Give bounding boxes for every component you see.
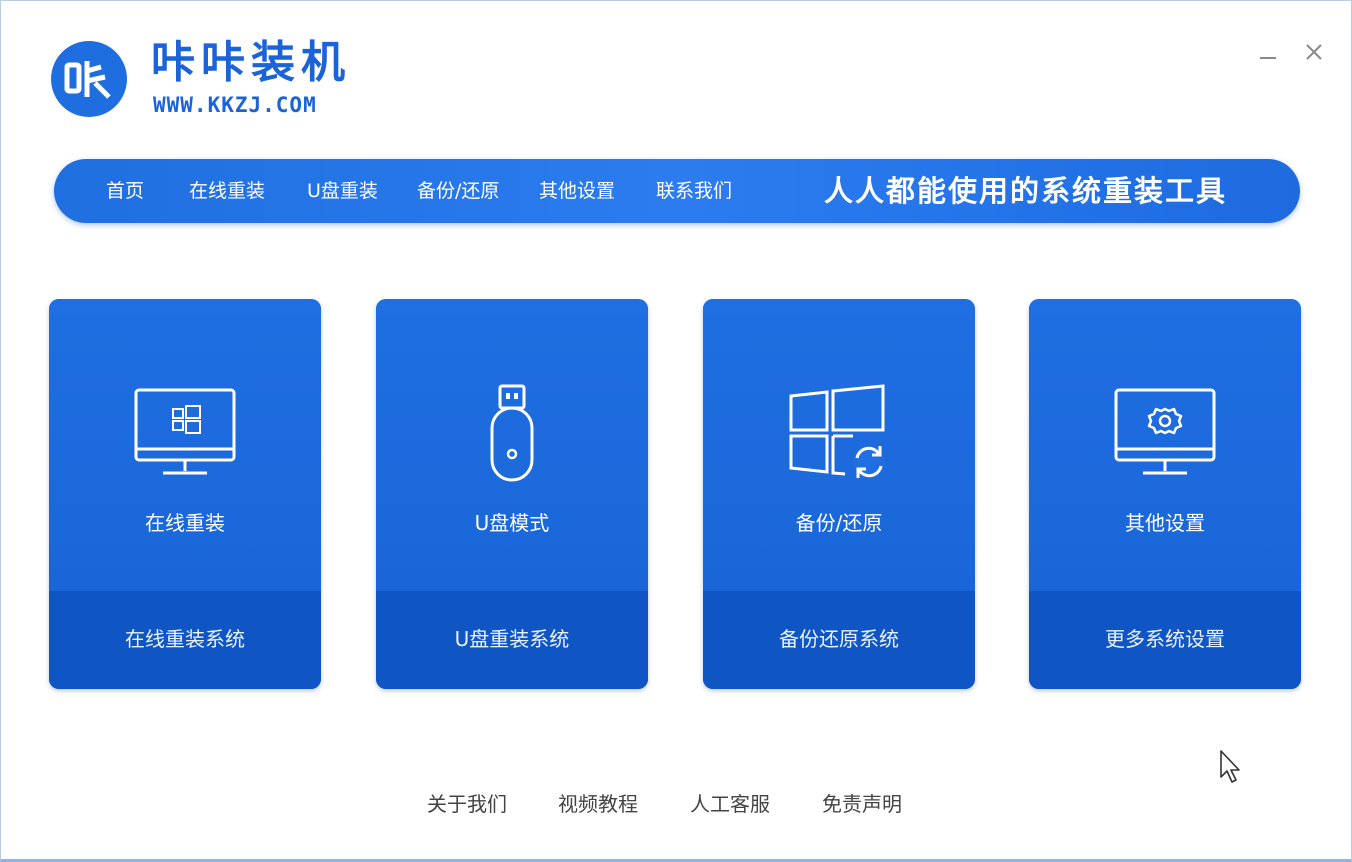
monitor-windows-icon — [49, 379, 321, 489]
card-action-label: 在线重装系统 — [125, 627, 245, 651]
card-top: 其他设置 — [1029, 299, 1301, 591]
card-usb-mode[interactable]: U盘模式 U盘重装系统 — [376, 299, 648, 689]
card-label: 其他设置 — [1125, 511, 1205, 535]
nav-item-usb-reinstall[interactable]: U盘重装 — [307, 177, 378, 205]
card-action-button[interactable]: 备份还原系统 — [703, 591, 975, 689]
card-top: U盘模式 — [376, 299, 648, 591]
card-action-label: U盘重装系统 — [454, 627, 570, 651]
app-title: 咔咔装机 — [151, 37, 351, 88]
card-action-label: 备份还原系统 — [779, 627, 899, 651]
card-label: 在线重装 — [145, 511, 225, 535]
nav-item-other-settings[interactable]: 其他设置 — [539, 177, 615, 205]
nav-slogan: 人人都能使用的系统重装工具 — [824, 174, 1228, 208]
logo-icon — [51, 41, 127, 117]
card-label: 备份/还原 — [795, 511, 883, 535]
usb-drive-icon — [376, 379, 648, 489]
footer-link-video-tutorial[interactable]: 视频教程 — [558, 790, 638, 818]
card-label: U盘模式 — [474, 511, 550, 535]
card-action-button[interactable]: U盘重装系统 — [376, 591, 648, 689]
card-top: 在线重装 — [49, 299, 321, 591]
card-top: 备份/还原 — [703, 299, 975, 591]
nav-item-home[interactable]: 首页 — [106, 177, 144, 205]
nav-item-online-reinstall[interactable]: 在线重装 — [189, 177, 265, 205]
card-online-reinstall[interactable]: 在线重装 在线重装系统 — [49, 299, 321, 689]
minimize-button[interactable] — [1251, 35, 1285, 69]
app-window: 咔咔装机 WWW.KKZJ.COM 首页 在线重装 U盘重装 备份/还原 其他设… — [0, 0, 1352, 862]
mouse-cursor-icon — [1220, 750, 1240, 783]
minimize-icon — [1260, 57, 1276, 59]
close-icon — [1306, 44, 1322, 60]
windows-restore-icon — [703, 379, 975, 489]
footer-link-customer-service[interactable]: 人工客服 — [690, 790, 770, 818]
nav-item-contact[interactable]: 联系我们 — [656, 177, 732, 205]
card-action-button[interactable]: 在线重装系统 — [49, 591, 321, 689]
main-nav: 首页 在线重装 U盘重装 备份/还原 其他设置 联系我们 人人都能使用的系统重装… — [54, 159, 1300, 223]
card-action-button[interactable]: 更多系统设置 — [1029, 591, 1301, 689]
footer-link-disclaimer[interactable]: 免责声明 — [822, 790, 902, 818]
footer-link-about[interactable]: 关于我们 — [427, 790, 507, 818]
app-url: WWW.KKZJ.COM — [153, 93, 317, 117]
card-other-settings[interactable]: 其他设置 更多系统设置 — [1029, 299, 1301, 689]
monitor-gear-icon — [1029, 379, 1301, 489]
nav-item-backup-restore[interactable]: 备份/还原 — [417, 177, 499, 205]
card-action-label: 更多系统设置 — [1105, 627, 1225, 651]
close-button[interactable] — [1297, 35, 1331, 69]
card-backup-restore[interactable]: 备份/还原 备份还原系统 — [703, 299, 975, 689]
